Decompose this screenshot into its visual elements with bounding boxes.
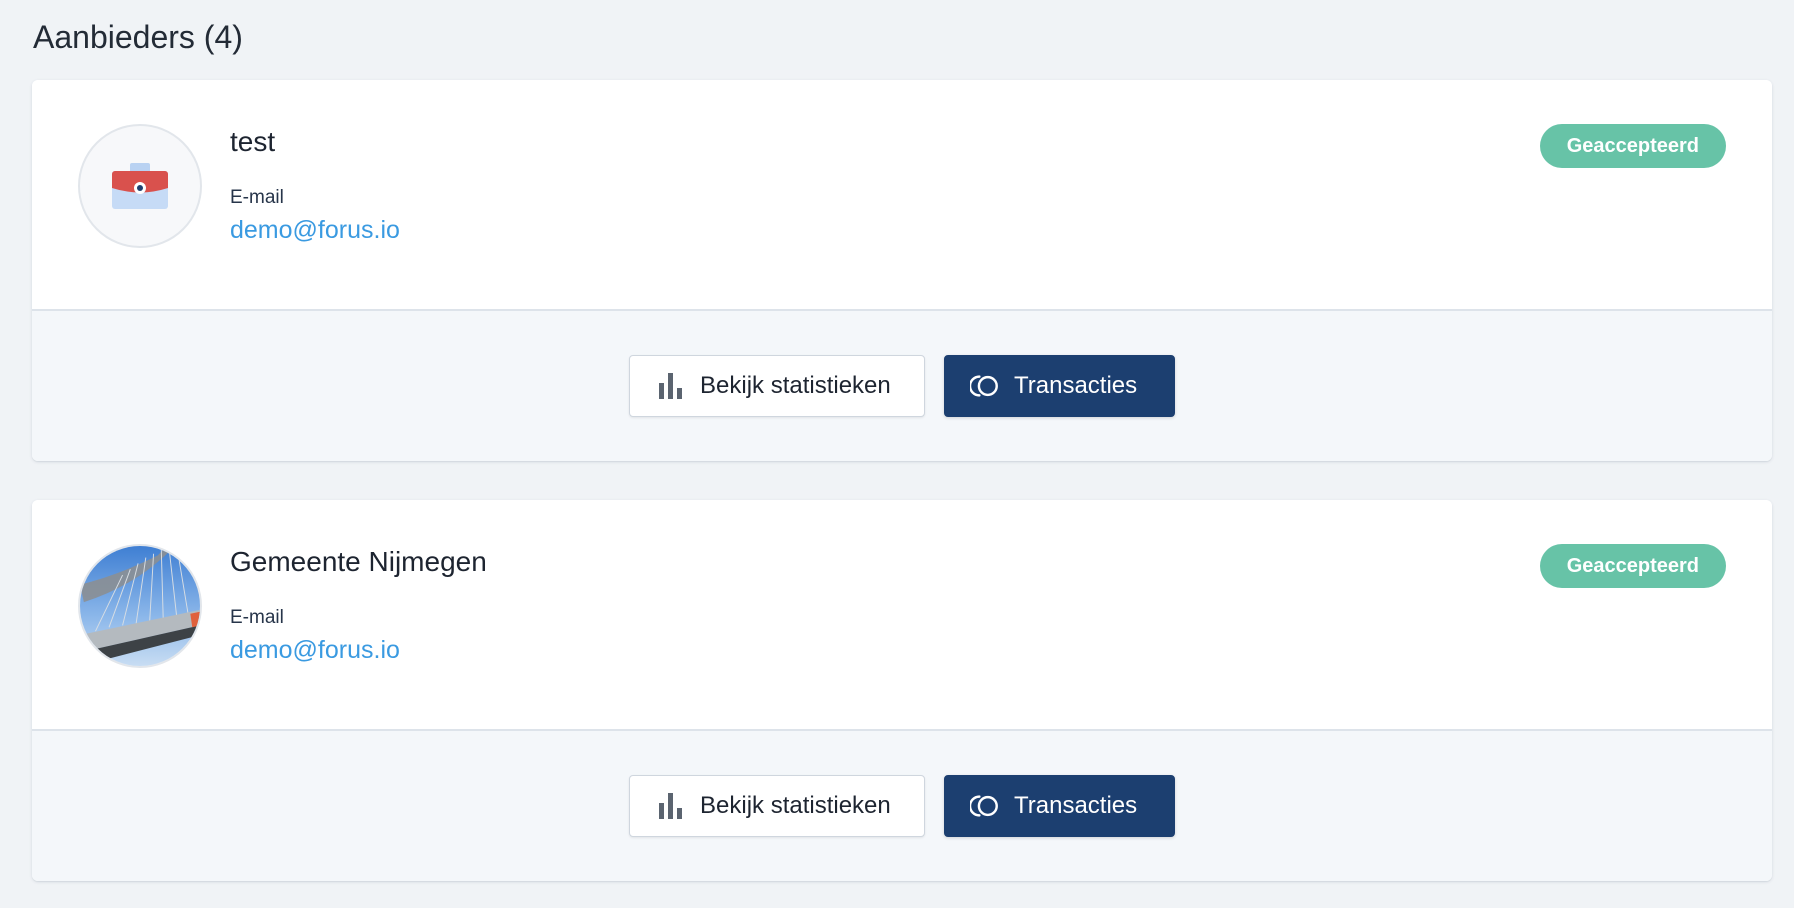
status-badge: Geaccepteerd [1539,544,1726,588]
provider-card-header: Gemeente Nijmegen E-mail demo@forus.io G… [32,500,1772,731]
provider-card-actions: Bekijk statistieken Transacties [32,731,1772,881]
page-title: Aanbieders (4) [33,19,243,55]
email-label: E-mail [230,187,284,208]
bridge-photo [80,546,200,666]
provider-card: test E-mail demo@forus.io Geaccepteerd B… [32,80,1772,461]
provider-email-link[interactable]: demo@forus.io [230,634,400,666]
provider-email-link[interactable]: demo@forus.io [230,214,400,246]
transactions-button[interactable]: Transacties [944,355,1175,417]
view-statistics-button[interactable]: Bekijk statistieken [629,355,925,417]
status-badge: Geaccepteerd [1539,124,1726,168]
bar-chart-icon [656,791,686,821]
provider-card-header: test E-mail demo@forus.io Geaccepteerd [32,80,1772,311]
provider-card-actions: Bekijk statistieken Transacties [32,311,1772,461]
provider-avatar [78,124,202,248]
transactions-button[interactable]: Transacties [944,775,1175,837]
provider-name: test [230,126,276,157]
view-statistics-label: Bekijk statistieken [700,792,891,819]
coins-icon [970,791,1000,821]
coins-icon [970,371,1000,401]
view-statistics-button[interactable]: Bekijk statistieken [629,775,925,837]
transactions-label: Transacties [1014,372,1138,399]
briefcase-icon [112,163,168,209]
provider-card: Gemeente Nijmegen E-mail demo@forus.io G… [32,500,1772,881]
email-label: E-mail [230,607,284,628]
view-statistics-label: Bekijk statistieken [700,372,891,399]
transactions-label: Transacties [1014,792,1138,819]
bar-chart-icon [656,371,686,401]
provider-name: Gemeente Nijmegen [230,546,487,577]
provider-avatar [78,544,202,668]
